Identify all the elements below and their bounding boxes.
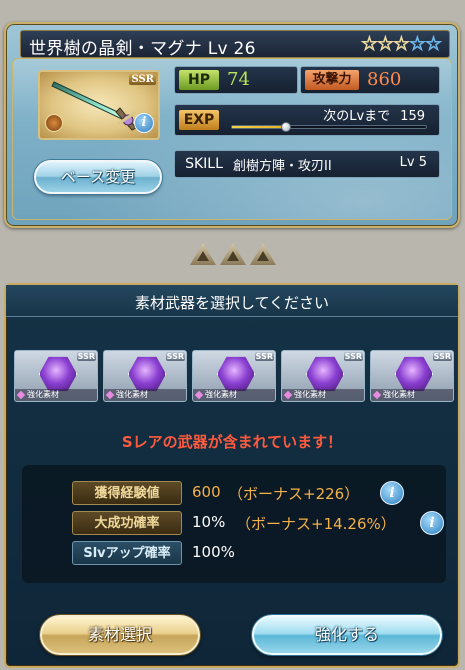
material-slot[interactable]: SSR 強化素材	[281, 350, 365, 402]
weapon-title: 世界樹の晶剣・マグナ Lv 26	[29, 39, 256, 59]
exp-next-label: 次のLvまで	[323, 109, 391, 124]
star-blue-icons: ☆☆	[408, 33, 442, 56]
enhance-button[interactable]: 強化する	[252, 615, 442, 655]
attack-stat: 攻撃力 860	[300, 66, 440, 94]
s-rare-warning: Sレアの武器が含まれています！	[121, 433, 343, 451]
purple-gem-icon	[39, 356, 77, 392]
exp-stat: EXP 次のLvまで 159	[174, 104, 440, 136]
exp-label: EXP	[179, 110, 219, 130]
exp-gain-value: 600	[192, 483, 221, 501]
weapon-title-bar: 世界樹の晶剣・マグナ Lv 26 ☆☆☆☆☆	[20, 30, 450, 59]
exp-gain-row: 獲得経験値 600 （ボーナス+226） i	[22, 481, 446, 507]
attack-label: 攻撃力	[305, 70, 359, 90]
rarity-stars: ☆☆☆☆☆	[360, 33, 442, 56]
up-arrow-icon	[250, 243, 276, 265]
success-info-icon[interactable]: i	[420, 511, 444, 535]
great-success-label: 大成功確率	[72, 511, 182, 535]
hp-value: 74	[227, 69, 250, 90]
material-panel: 素材武器を選択してください SSR 強化素材 SSR 強化素材 SSR 強化素材…	[4, 283, 460, 668]
purple-gem-icon	[395, 356, 433, 392]
hp-stat: HP 74	[174, 66, 298, 94]
slot-ssr-badge: SSR	[432, 352, 452, 361]
exp-progress-knob	[281, 122, 292, 132]
exp-next-value: 159	[400, 109, 425, 124]
weapon-thumbnail[interactable]: SSR i	[38, 70, 160, 140]
material-slots: SSR 強化素材 SSR 強化素材 SSR 強化素材 SSR 強化素材 SSR …	[14, 350, 456, 402]
hp-label: HP	[179, 70, 219, 90]
material-select-button[interactable]: 素材選択	[40, 615, 200, 655]
slot-ssr-badge: SSR	[254, 352, 274, 361]
exp-progress-fill	[232, 126, 287, 128]
slot-label: 強化素材	[15, 389, 97, 401]
up-arrow-icon	[220, 243, 246, 265]
up-arrow-icon	[190, 243, 216, 265]
slv-up-value: 100%	[192, 543, 235, 561]
ssr-badge: SSR	[129, 74, 156, 85]
slv-up-label: Slvアップ確率	[72, 541, 182, 565]
slot-label: 強化素材	[371, 389, 453, 401]
exp-info-icon[interactable]: i	[380, 481, 404, 505]
slot-ssr-badge: SSR	[343, 352, 363, 361]
panel-header: 素材武器を選択してください	[6, 285, 458, 317]
exp-gain-bonus: （ボーナス+226）	[228, 485, 360, 503]
slv-up-row: Slvアップ確率 100%	[22, 541, 446, 567]
panel-title: 素材武器を選択してください	[134, 294, 330, 312]
attack-value: 860	[367, 69, 402, 90]
enhance-info-table: 獲得経験値 600 （ボーナス+226） i 大成功確率 10% （ボーナス+1…	[22, 465, 446, 583]
arrow-row	[190, 243, 282, 265]
star-gold-icons: ☆☆☆	[360, 33, 410, 56]
base-change-button[interactable]: ベース変更	[34, 160, 162, 194]
exp-progress-bar	[231, 122, 427, 132]
exp-next-level: 次のLvまで 159	[323, 105, 425, 124]
skill-name: 創樹方陣・攻刃II	[233, 159, 332, 174]
material-slot[interactable]: SSR 強化素材	[192, 350, 276, 402]
slot-ssr-badge: SSR	[76, 352, 96, 361]
exp-gain-label: 獲得経験値	[72, 481, 182, 505]
skill-level: Lv 5	[399, 155, 427, 170]
slot-ssr-badge: SSR	[165, 352, 185, 361]
slot-label: 強化素材	[282, 389, 364, 401]
wind-element-icon	[45, 114, 63, 132]
weapon-info-icon[interactable]: i	[134, 113, 154, 133]
material-slot[interactable]: SSR 強化素材	[103, 350, 187, 402]
material-slot[interactable]: SSR 強化素材	[370, 350, 454, 402]
purple-gem-icon	[128, 356, 166, 392]
purple-gem-icon	[217, 356, 255, 392]
purple-gem-icon	[306, 356, 344, 392]
slot-label: 強化素材	[193, 389, 275, 401]
skill-label: SKILL	[185, 156, 223, 172]
skill-stat[interactable]: SKILL 創樹方陣・攻刃II Lv 5	[174, 150, 440, 178]
material-slot[interactable]: SSR 強化素材	[14, 350, 98, 402]
great-success-row: 大成功確率 10% （ボーナス+14.26%） i	[22, 511, 446, 537]
great-success-value: 10%	[192, 513, 226, 531]
great-success-bonus: （ボーナス+14.26%）	[236, 515, 396, 533]
slot-label: 強化素材	[104, 389, 186, 401]
